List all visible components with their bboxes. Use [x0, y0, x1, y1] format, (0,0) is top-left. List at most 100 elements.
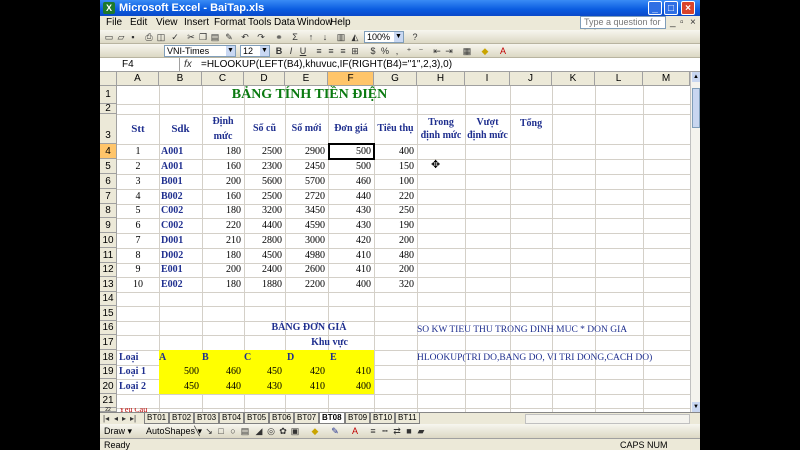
price-table-row-label[interactable]: Loại 1: [119, 365, 146, 379]
fill-color-icon[interactable]: ◆: [480, 46, 490, 56]
oval-tool-icon[interactable]: ○: [228, 426, 238, 436]
cell-dinh-muc[interactable]: 220: [202, 218, 244, 233]
col-header-m[interactable]: M: [643, 72, 690, 86]
line-tool-icon[interactable]: ╲: [192, 426, 202, 436]
chart-icon[interactable]: ▥: [336, 32, 346, 42]
sheet-title[interactable]: BẢNG TÍNH TIỀN ĐIỆN: [202, 86, 417, 104]
header-stt[interactable]: Stt: [117, 114, 159, 144]
fx-icon[interactable]: fx: [184, 59, 192, 70]
maximize-button[interactable]: □: [664, 1, 678, 15]
tab-bt10[interactable]: BT10: [370, 413, 396, 424]
doc-restore-icon[interactable]: ▫: [680, 17, 684, 28]
worksheet-grid[interactable]: A B C D E F G H I J K L M 1 2 3 4 5 6 7 …: [100, 72, 690, 412]
header-trong-line2[interactable]: định mức: [417, 129, 465, 142]
decrease-indent-icon[interactable]: ⇤: [432, 46, 442, 56]
col-header-g[interactable]: G: [374, 72, 417, 86]
menu-window[interactable]: Window: [297, 17, 333, 28]
excel-icon[interactable]: X: [103, 2, 115, 14]
chevron-down-icon[interactable]: ▼: [394, 32, 403, 42]
sort-desc-icon[interactable]: ↓: [320, 32, 330, 42]
col-header-i[interactable]: I: [465, 72, 510, 86]
fill-color-icon[interactable]: ◆: [310, 426, 320, 436]
first-sheet-icon[interactable]: |◂: [103, 414, 109, 423]
header-so-cu[interactable]: Số cũ: [244, 114, 285, 144]
menu-edit[interactable]: Edit: [130, 17, 147, 28]
tab-bt11[interactable]: BT11: [395, 413, 420, 424]
cell-don-gia[interactable]: 460: [328, 174, 374, 189]
currency-icon[interactable]: $: [368, 46, 378, 56]
cell-so-moi[interactable]: 3000: [285, 233, 328, 248]
row-header-15[interactable]: 15: [100, 306, 117, 321]
price-table-region-b[interactable]: B: [202, 350, 244, 365]
price-table-region-a[interactable]: A: [159, 350, 202, 365]
font-combo[interactable]: VNI-Times ▼: [164, 45, 236, 57]
header-trong-line1[interactable]: Trong: [417, 116, 465, 129]
header-dinh-muc-line2[interactable]: mức: [202, 129, 244, 144]
tab-bt03[interactable]: BT03: [194, 413, 220, 424]
decrease-decimal-icon[interactable]: ⁻: [416, 46, 426, 56]
menu-format[interactable]: Format: [214, 17, 246, 28]
col-header-b[interactable]: B: [159, 72, 202, 86]
cell-dinh-muc[interactable]: 180: [202, 144, 244, 159]
scroll-thumb[interactable]: [692, 88, 700, 128]
header-vuot-line2[interactable]: định mức: [465, 129, 510, 142]
rectangle-tool-icon[interactable]: □: [216, 426, 226, 436]
cell-don-gia[interactable]: 440: [328, 189, 374, 204]
tab-bt01[interactable]: BT01: [144, 413, 170, 424]
arrow-tool-icon[interactable]: ↘: [204, 426, 214, 436]
cell-sdk[interactable]: D002: [161, 248, 183, 263]
row-header-19[interactable]: 19: [100, 365, 117, 379]
header-dinh-muc-line1[interactable]: Định: [202, 114, 244, 129]
arrow-style-icon[interactable]: ⇄: [392, 426, 402, 436]
dash-style-icon[interactable]: ┅: [380, 426, 390, 436]
scroll-down-icon[interactable]: ▼: [692, 402, 700, 412]
copy-icon[interactable]: ❐: [198, 32, 208, 42]
cell-so-cu[interactable]: 2300: [244, 159, 285, 174]
cell-don-gia[interactable]: 430: [328, 218, 374, 233]
cell-tieu-thu[interactable]: 320: [374, 277, 417, 292]
price-table-loai-header[interactable]: Loại: [119, 350, 138, 365]
row-header-7[interactable]: 7: [100, 189, 117, 204]
cell-so-cu[interactable]: 3200: [244, 204, 285, 218]
cell-dinh-muc[interactable]: 160: [202, 189, 244, 204]
doc-close-icon[interactable]: ×: [690, 17, 696, 28]
cell-don-gia[interactable]: 430: [328, 204, 374, 218]
cell-stt[interactable]: 1: [117, 144, 159, 159]
sort-asc-icon[interactable]: ↑: [306, 32, 316, 42]
cell-so-cu[interactable]: 5600: [244, 174, 285, 189]
cell-stt[interactable]: 7: [117, 233, 159, 248]
cell-tieu-thu[interactable]: 220: [374, 189, 417, 204]
row-header-18[interactable]: 18: [100, 350, 117, 365]
percent-icon[interactable]: %: [380, 46, 390, 56]
price-cell[interactable]: 410: [328, 365, 374, 379]
price-table-region-label[interactable]: Khu vực: [285, 335, 374, 350]
minimize-button[interactable]: _: [648, 1, 662, 15]
menu-insert[interactable]: Insert: [184, 17, 209, 28]
align-left-icon[interactable]: ≡: [314, 46, 324, 56]
tab-bt04[interactable]: BT04: [219, 413, 245, 424]
underline-icon[interactable]: U: [298, 46, 308, 56]
cell-stt[interactable]: 10: [117, 277, 159, 292]
cell-don-gia[interactable]: 410: [328, 263, 374, 277]
redo-icon[interactable]: ↷: [256, 32, 266, 42]
col-header-e[interactable]: E: [285, 72, 328, 86]
scroll-up-icon[interactable]: ▲: [692, 72, 700, 82]
clipart-icon[interactable]: ✿: [278, 426, 288, 436]
price-cell[interactable]: 450: [159, 379, 202, 394]
cell-so-moi[interactable]: 5700: [285, 174, 328, 189]
price-cell[interactable]: 440: [202, 379, 244, 394]
cell-sdk[interactable]: B001: [161, 174, 183, 189]
cell-tieu-thu[interactable]: 150: [374, 159, 417, 174]
bold-icon[interactable]: B: [274, 46, 284, 56]
select-all-corner[interactable]: [100, 72, 117, 86]
row-header-4[interactable]: 4: [100, 144, 117, 159]
cell-stt[interactable]: 4: [117, 189, 159, 204]
line-color-icon[interactable]: ✎: [330, 426, 340, 436]
help-search-input[interactable]: Type a question for help: [580, 16, 666, 38]
cell-sdk[interactable]: A001: [161, 144, 183, 159]
row-header-17[interactable]: 17: [100, 335, 117, 350]
help-icon[interactable]: ?: [410, 32, 420, 42]
cell-stt[interactable]: 8: [117, 248, 159, 263]
cell-so-cu[interactable]: 2400: [244, 263, 285, 277]
cell-stt[interactable]: 5: [117, 204, 159, 218]
